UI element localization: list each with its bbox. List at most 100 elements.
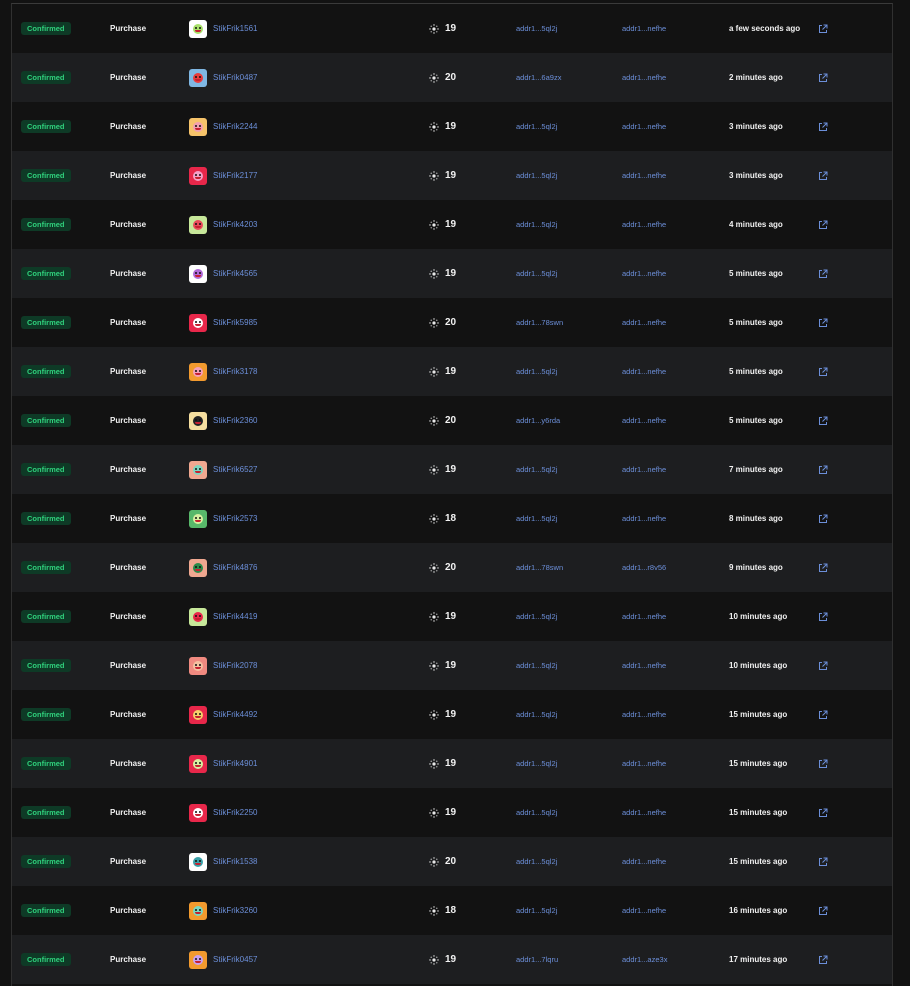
external-link-button[interactable] [818,200,828,249]
external-link-button[interactable] [818,53,828,102]
from-address-link[interactable]: addr1...5ql2j [516,445,557,494]
from-address-link[interactable]: addr1...5ql2j [516,347,557,396]
from-address-link[interactable]: addr1...5ql2j [516,788,557,837]
external-link-button[interactable] [818,151,828,200]
item-cell[interactable]: StikFrik2250 [189,788,257,837]
item-name-link[interactable]: StikFrik2078 [213,661,257,670]
nft-avatar[interactable] [189,362,207,381]
item-name-link[interactable]: StikFrik1538 [213,857,257,866]
to-address-link[interactable]: addr1...nefhe [622,445,666,494]
item-cell[interactable]: StikFrik2078 [189,641,257,690]
external-link-button[interactable] [818,739,828,788]
nft-avatar[interactable] [189,215,207,234]
from-address-link[interactable]: addr1...6a9zx [516,53,561,102]
item-name-link[interactable]: StikFrik2360 [213,416,257,425]
nft-avatar[interactable] [189,509,207,528]
nft-avatar[interactable] [189,117,207,136]
item-cell[interactable]: StikFrik1561 [189,4,257,53]
item-name-link[interactable]: StikFrik1561 [213,24,257,33]
item-name-link[interactable]: StikFrik4492 [213,710,257,719]
from-address-link[interactable]: addr1...7lqru [516,935,558,984]
item-name-link[interactable]: StikFrik4901 [213,759,257,768]
to-address-link[interactable]: addr1...nefhe [622,494,666,543]
to-address-link[interactable]: addr1...nefhe [622,641,666,690]
from-address-link[interactable]: addr1...78swn [516,298,563,347]
item-name-link[interactable]: StikFrik2177 [213,171,257,180]
nft-avatar[interactable] [189,558,207,577]
nft-avatar[interactable] [189,411,207,430]
item-cell[interactable]: StikFrik2573 [189,494,257,543]
item-name-link[interactable]: StikFrik4565 [213,269,257,278]
item-cell[interactable]: StikFrik4565 [189,249,257,298]
from-address-link[interactable]: addr1...5ql2j [516,151,557,200]
from-address-link[interactable]: addr1...5ql2j [516,4,557,53]
from-address-link[interactable]: addr1...5ql2j [516,690,557,739]
to-address-link[interactable]: addr1...nefhe [622,788,666,837]
external-link-button[interactable] [818,249,828,298]
item-cell[interactable]: StikFrik1538 [189,837,257,886]
item-cell[interactable]: StikFrik4419 [189,592,257,641]
item-cell[interactable]: StikFrik0487 [189,53,257,102]
nft-avatar[interactable] [189,803,207,822]
to-address-link[interactable]: addr1...nefhe [622,592,666,641]
from-address-link[interactable]: addr1...78swn [516,543,563,592]
to-address-link[interactable]: addr1...nefhe [622,886,666,935]
item-name-link[interactable]: StikFrik3260 [213,906,257,915]
external-link-button[interactable] [818,690,828,739]
item-cell[interactable]: StikFrik2244 [189,102,257,151]
nft-avatar[interactable] [189,754,207,773]
external-link-button[interactable] [818,445,828,494]
to-address-link[interactable]: addr1...nefhe [622,53,666,102]
from-address-link[interactable]: addr1...5ql2j [516,102,557,151]
item-cell[interactable]: StikFrik2360 [189,396,257,445]
item-name-link[interactable]: StikFrik0487 [213,73,257,82]
nft-avatar[interactable] [189,68,207,87]
to-address-link[interactable]: addr1...nefhe [622,4,666,53]
external-link-button[interactable] [818,4,828,53]
nft-avatar[interactable] [189,166,207,185]
nft-avatar[interactable] [189,460,207,479]
item-name-link[interactable]: StikFrik4203 [213,220,257,229]
item-cell[interactable]: StikFrik4901 [189,739,257,788]
item-name-link[interactable]: StikFrik2250 [213,808,257,817]
external-link-button[interactable] [818,543,828,592]
external-link-button[interactable] [818,102,828,151]
external-link-button[interactable] [818,886,828,935]
to-address-link[interactable]: addr1...nefhe [622,151,666,200]
from-address-link[interactable]: addr1...5ql2j [516,249,557,298]
item-cell[interactable]: StikFrik0457 [189,935,257,984]
item-name-link[interactable]: StikFrik6527 [213,465,257,474]
nft-avatar[interactable] [189,705,207,724]
item-cell[interactable]: StikFrik4203 [189,200,257,249]
item-cell[interactable]: StikFrik3260 [189,886,257,935]
to-address-link[interactable]: addr1...nefhe [622,200,666,249]
external-link-button[interactable] [818,298,828,347]
from-address-link[interactable]: addr1...5ql2j [516,641,557,690]
to-address-link[interactable]: addr1...aze3x [622,935,667,984]
nft-avatar[interactable] [189,852,207,871]
to-address-link[interactable]: addr1...nefhe [622,298,666,347]
to-address-link[interactable]: addr1...nefhe [622,347,666,396]
nft-avatar[interactable] [189,901,207,920]
item-name-link[interactable]: StikFrik4419 [213,612,257,621]
item-name-link[interactable]: StikFrik2573 [213,514,257,523]
nft-avatar[interactable] [189,950,207,969]
item-cell[interactable]: StikFrik4876 [189,543,257,592]
item-name-link[interactable]: StikFrik0457 [213,955,257,964]
from-address-link[interactable]: addr1...5ql2j [516,200,557,249]
from-address-link[interactable]: addr1...5ql2j [516,739,557,788]
to-address-link[interactable]: addr1...nefhe [622,102,666,151]
to-address-link[interactable]: addr1...nefhe [622,396,666,445]
external-link-button[interactable] [818,788,828,837]
from-address-link[interactable]: addr1...5ql2j [516,837,557,886]
item-name-link[interactable]: StikFrik2244 [213,122,257,131]
item-cell[interactable]: StikFrik2177 [189,151,257,200]
external-link-button[interactable] [818,347,828,396]
external-link-button[interactable] [818,494,828,543]
from-address-link[interactable]: addr1...y6rda [516,396,560,445]
nft-avatar[interactable] [189,656,207,675]
external-link-button[interactable] [818,935,828,984]
item-name-link[interactable]: StikFrik4876 [213,563,257,572]
from-address-link[interactable]: addr1...5ql2j [516,886,557,935]
item-name-link[interactable]: StikFrik5985 [213,318,257,327]
